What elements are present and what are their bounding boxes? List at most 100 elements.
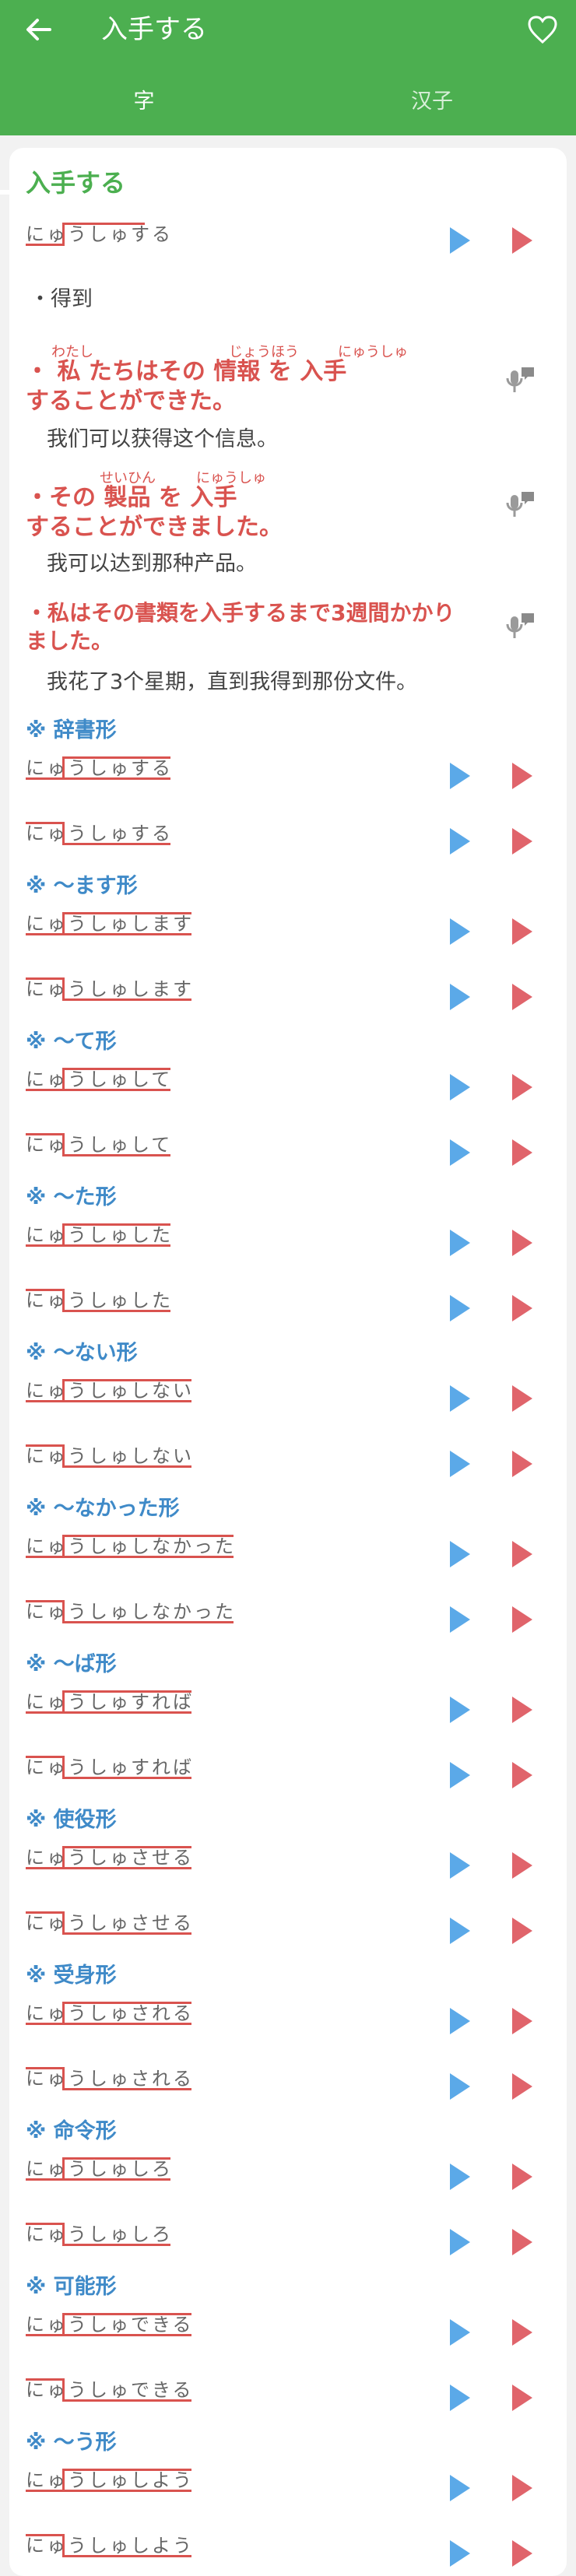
pitch-accent-line	[62, 1690, 191, 1714]
play-icon[interactable]	[512, 1451, 532, 1477]
play-icon[interactable]	[512, 1139, 532, 1166]
play-icon[interactable]	[450, 1918, 470, 1944]
play-icon[interactable]	[450, 1762, 470, 1788]
pitch-accent-line	[26, 1690, 65, 1714]
play-icon[interactable]	[512, 2540, 532, 2567]
play-icon[interactable]	[450, 2540, 470, 2567]
play-icon[interactable]	[512, 1074, 532, 1100]
play-icon[interactable]	[450, 1451, 470, 1477]
pitch-accent-line	[26, 2157, 65, 2181]
play-icon[interactable]	[512, 1385, 532, 1412]
play-icon[interactable]	[450, 1697, 470, 1723]
play-icon[interactable]	[450, 2385, 470, 2411]
microphone-icon[interactable]	[504, 364, 536, 395]
example-translation: 我花了3个星期，直到我得到那份文件。	[47, 670, 418, 694]
play-icon[interactable]	[450, 2229, 470, 2255]
meaning-text: ・得到	[30, 287, 93, 311]
play-icon[interactable]	[450, 1385, 470, 1412]
conjugation-label: ※ 使役形	[26, 1808, 117, 1832]
play-icon[interactable]	[512, 2229, 532, 2255]
play-icon[interactable]	[512, 2475, 532, 2501]
play-icon[interactable]	[512, 1697, 532, 1723]
play-icon[interactable]	[450, 1541, 470, 1567]
pitch-accent-line	[26, 822, 65, 845]
play-icon[interactable]	[450, 828, 470, 855]
microphone-icon[interactable]	[504, 489, 536, 520]
pitch-accent-line	[62, 1223, 170, 1247]
pitch-accent-line	[26, 1911, 65, 1935]
play-icon[interactable]	[512, 1918, 532, 1944]
play-icon[interactable]	[450, 2008, 470, 2034]
pitch-accent-line	[62, 1535, 234, 1558]
pitch-accent-line	[26, 1444, 65, 1468]
conjugation-label: ※ ～ない形	[26, 1341, 138, 1365]
play-icon[interactable]	[512, 2319, 532, 2346]
pitch-accent-line	[62, 912, 191, 935]
play-icon[interactable]	[512, 2164, 532, 2190]
pitch-accent-line	[26, 756, 65, 780]
play-icon[interactable]	[450, 1139, 470, 1166]
pitch-accent-line	[26, 2223, 65, 2246]
tab-kanji[interactable]: 汉子	[288, 59, 576, 135]
play-icon[interactable]	[512, 1606, 532, 1633]
play-icon[interactable]	[450, 1074, 470, 1100]
example-sentence: ・ 私 たちはその 情報 を 入手	[26, 358, 347, 385]
play-icon[interactable]	[512, 2073, 532, 2100]
play-icon[interactable]	[512, 2385, 532, 2411]
heart-icon[interactable]	[526, 14, 559, 45]
play-icon[interactable]	[512, 1541, 532, 1567]
microphone-icon[interactable]	[504, 610, 536, 641]
example-translation: 我们可以获得这个信息。	[47, 427, 278, 451]
tab-word[interactable]: 字	[0, 59, 288, 135]
play-icon[interactable]	[450, 227, 470, 254]
play-icon[interactable]	[512, 227, 532, 254]
pitch-accent-line	[62, 1911, 191, 1935]
play-icon[interactable]	[450, 763, 470, 789]
pitch-accent-line	[26, 2067, 65, 2090]
play-icon[interactable]	[512, 763, 532, 789]
play-icon[interactable]	[450, 2073, 470, 2100]
pitch-accent-line	[62, 223, 145, 246]
word-title: 入手する	[26, 168, 126, 198]
conjugation-label: ※ 受身形	[26, 1964, 117, 1988]
play-icon[interactable]	[450, 1606, 470, 1633]
conjugation-label: ※ ～て形	[26, 1030, 117, 1054]
play-icon[interactable]	[450, 918, 470, 945]
conjugation-label: ※ 命令形	[26, 2119, 117, 2143]
play-icon[interactable]	[450, 2164, 470, 2190]
play-icon[interactable]	[512, 1230, 532, 1256]
pitch-accent-line	[62, 977, 191, 1001]
play-icon[interactable]	[450, 984, 470, 1010]
pitch-accent-line	[26, 1535, 65, 1558]
pitch-accent-line	[26, 2378, 65, 2402]
pitch-accent-line	[26, 2313, 65, 2336]
tab-bar: 字 汉子	[0, 59, 576, 195]
play-icon[interactable]	[450, 2475, 470, 2501]
pitch-accent-line	[26, 1133, 65, 1156]
pitch-accent-line	[62, 1133, 170, 1156]
pitch-accent-line	[26, 223, 65, 246]
example-sentence: ました。	[26, 628, 114, 654]
conjugation-label: ※ ～た形	[26, 1185, 117, 1209]
play-icon[interactable]	[512, 1762, 532, 1788]
play-icon[interactable]	[512, 918, 532, 945]
play-icon[interactable]	[512, 984, 532, 1010]
pitch-accent-line	[62, 1289, 170, 1312]
play-icon[interactable]	[450, 1230, 470, 1256]
pitch-accent-line	[62, 2534, 191, 2557]
pitch-accent-line	[62, 1756, 191, 1779]
app-bar: 入手する	[0, 0, 576, 59]
play-icon[interactable]	[512, 2008, 532, 2034]
play-icon[interactable]	[450, 2319, 470, 2346]
pitch-accent-line	[62, 2313, 191, 2336]
pitch-accent-line	[62, 2223, 170, 2246]
back-arrow-icon[interactable]	[23, 14, 54, 45]
pitch-accent-line	[62, 2002, 191, 2025]
play-icon[interactable]	[512, 1852, 532, 1879]
play-icon[interactable]	[512, 1295, 532, 1321]
conjugation-label: ※ ～う形	[26, 2430, 117, 2455]
play-icon[interactable]	[450, 1295, 470, 1321]
pitch-accent-line	[62, 1444, 191, 1468]
play-icon[interactable]	[512, 828, 532, 855]
play-icon[interactable]	[450, 1852, 470, 1879]
